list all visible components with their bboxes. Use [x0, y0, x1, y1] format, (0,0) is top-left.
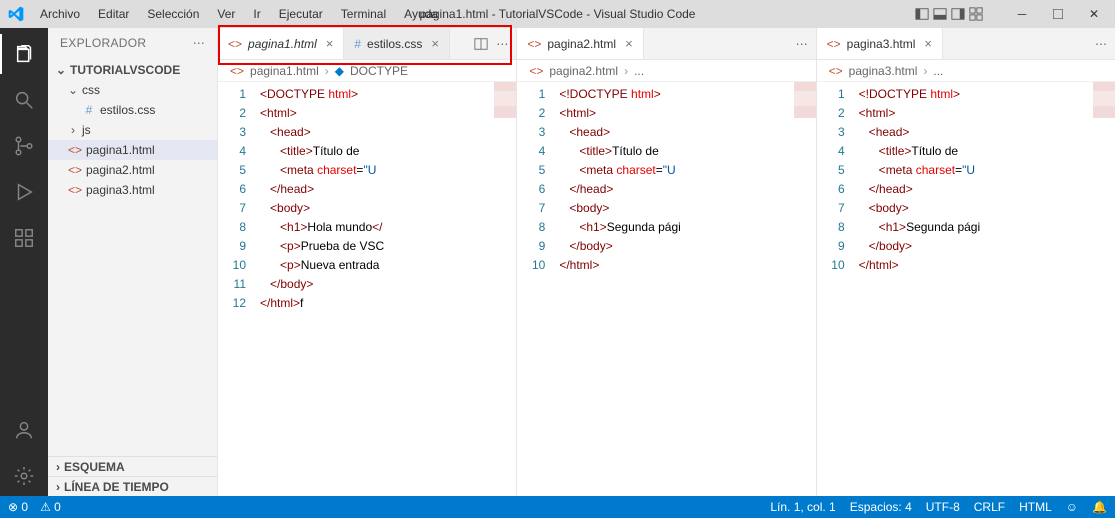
- tree-root[interactable]: ⌄TUTORIALVSCODE: [48, 60, 217, 80]
- file-icon: <>: [827, 37, 841, 51]
- toggle-panel-icon[interactable]: [915, 7, 929, 21]
- accounts-activity[interactable]: [0, 410, 48, 450]
- status-bell-icon[interactable]: 🔔: [1092, 500, 1107, 514]
- status-warnings[interactable]: ⚠ 0: [40, 500, 61, 514]
- code-editor[interactable]: 12345678910<!DOCTYPE html><html> <head> …: [817, 82, 1115, 496]
- tab-more-icon[interactable]: ⋯: [496, 37, 508, 51]
- status-indent[interactable]: Espacios: 4: [850, 500, 912, 514]
- tree-folder-css[interactable]: ⌄css: [48, 80, 217, 100]
- file-icon: #: [354, 37, 361, 51]
- html-file-icon: <>: [529, 64, 543, 78]
- activity-bar: [0, 28, 48, 496]
- minimap[interactable]: [794, 82, 816, 142]
- editor-group-3: <>pagina3.html×⋯<>pagina3.html›...123456…: [817, 28, 1115, 496]
- tab-pagina3-html[interactable]: <> pagina3.html ×: [817, 28, 943, 59]
- status-errors[interactable]: ⊗ 0: [8, 500, 28, 514]
- tree-file-pagina2[interactable]: <>pagina2.html: [48, 160, 217, 180]
- breadcrumb[interactable]: <>pagina1.html›◆DOCTYPE: [218, 60, 516, 82]
- breadcrumb-symbol: DOCTYPE: [350, 64, 408, 78]
- window-title: pagina1.html - TutorialVSCode - Visual S…: [420, 7, 696, 21]
- close-window-button[interactable]: ✕: [1079, 7, 1109, 21]
- maximize-button[interactable]: [1043, 7, 1073, 21]
- tree-file-pagina3[interactable]: <>pagina3.html: [48, 180, 217, 200]
- editor-group-1: <> pagina1.html × # estilos.css × ⋯ <> pagina1.h…: [218, 28, 517, 496]
- menu-archivo[interactable]: Archivo: [32, 4, 88, 24]
- breadcrumb-file: pagina3.html: [849, 64, 918, 78]
- html-file-icon: <>: [230, 64, 244, 78]
- menu-ejecutar[interactable]: Ejecutar: [271, 4, 331, 24]
- tab-more-icon[interactable]: ⋯: [1095, 37, 1107, 51]
- layout-controls: [915, 7, 983, 21]
- editor-group-2: <>pagina2.html×⋯<>pagina2.html›...123456…: [517, 28, 816, 496]
- html-file-icon: <>: [829, 64, 843, 78]
- run-debug-activity[interactable]: [0, 172, 48, 212]
- minimap[interactable]: [494, 82, 516, 142]
- menu-ir[interactable]: Ir: [245, 4, 268, 24]
- html-file-icon: <>: [68, 163, 82, 177]
- close-tab-icon[interactable]: ×: [326, 36, 334, 51]
- settings-activity[interactable]: [0, 456, 48, 496]
- source-control-activity[interactable]: [0, 126, 48, 166]
- breadcrumb-file: pagina1.html: [250, 64, 319, 78]
- css-file-icon: #: [82, 103, 96, 117]
- close-tab-icon[interactable]: ×: [431, 36, 439, 51]
- tab-more-icon[interactable]: ⋯: [796, 37, 808, 51]
- outline-section[interactable]: ›ESQUEMA: [48, 456, 217, 476]
- timeline-section[interactable]: ›LÍNEA DE TIEMPO: [48, 476, 217, 496]
- tab-pagina2-html[interactable]: <> pagina2.html ×: [517, 28, 643, 59]
- status-bar: ⊗ 0 ⚠ 0 Lín. 1, col. 1 Espacios: 4 UTF-8…: [0, 496, 1115, 518]
- editor-area: <> pagina1.html × # estilos.css × ⋯ <> pagina1.h…: [218, 28, 1115, 496]
- file-icon: <>: [527, 37, 541, 51]
- extensions-activity[interactable]: [0, 218, 48, 258]
- tree-file-estilos[interactable]: #estilos.css: [48, 100, 217, 120]
- symbol-icon: ◆: [335, 64, 344, 78]
- toggle-sidebar-icon[interactable]: [933, 7, 947, 21]
- menu-ver[interactable]: Ver: [209, 4, 243, 24]
- tab-label: pagina2.html: [547, 37, 616, 51]
- menu-selección[interactable]: Selección: [139, 4, 207, 24]
- tree-folder-js[interactable]: ›js: [48, 120, 217, 140]
- menu-editar[interactable]: Editar: [90, 4, 137, 24]
- tree-file-pagina1[interactable]: <>pagina1.html: [48, 140, 217, 160]
- status-cursor[interactable]: Lín. 1, col. 1: [770, 500, 835, 514]
- file-icon: <>: [228, 37, 242, 51]
- title-bar: ArchivoEditarSelecciónVerIrEjecutarTermi…: [0, 0, 1115, 28]
- code-editor[interactable]: 12345678910<!DOCTYPE html><html> <head> …: [517, 82, 815, 496]
- tab-estilos-css[interactable]: # estilos.css ×: [344, 28, 450, 59]
- main-menu: ArchivoEditarSelecciónVerIrEjecutarTermi…: [32, 4, 446, 24]
- vscode-logo-icon: [0, 6, 32, 22]
- explorer-sidebar: EXPLORADOR ⋯ ⌄TUTORIALVSCODE ⌄css #estil…: [48, 28, 218, 496]
- customize-layout-icon[interactable]: [969, 7, 983, 21]
- search-activity[interactable]: [0, 80, 48, 120]
- breadcrumb-symbol: ...: [933, 64, 943, 78]
- menu-terminal[interactable]: Terminal: [333, 4, 394, 24]
- tab-label: estilos.css: [367, 37, 422, 51]
- status-eol[interactable]: CRLF: [974, 500, 1005, 514]
- minimap[interactable]: [1093, 82, 1115, 142]
- breadcrumb[interactable]: <>pagina2.html›...: [517, 60, 815, 82]
- tab-label: pagina3.html: [847, 37, 916, 51]
- code-editor[interactable]: 123456789101112<DOCTYPE html><html> <hea…: [218, 82, 516, 496]
- status-language[interactable]: HTML: [1019, 500, 1052, 514]
- minimize-button[interactable]: ─: [1007, 7, 1037, 21]
- toggle-secondary-icon[interactable]: [951, 7, 965, 21]
- split-editor-icon[interactable]: [474, 37, 488, 51]
- breadcrumb-symbol: ...: [634, 64, 644, 78]
- explorer-activity[interactable]: [0, 34, 48, 74]
- breadcrumb[interactable]: <>pagina3.html›...: [817, 60, 1115, 82]
- sidebar-more-icon[interactable]: ⋯: [193, 36, 205, 50]
- close-tab-icon[interactable]: ×: [924, 36, 932, 51]
- breadcrumb-file: pagina2.html: [549, 64, 618, 78]
- close-tab-icon[interactable]: ×: [625, 36, 633, 51]
- status-encoding[interactable]: UTF-8: [926, 500, 960, 514]
- tab-pagina1-html[interactable]: <> pagina1.html ×: [218, 28, 344, 59]
- html-file-icon: <>: [68, 143, 82, 157]
- tab-label: pagina1.html: [248, 37, 317, 51]
- html-file-icon: <>: [68, 183, 82, 197]
- sidebar-title: EXPLORADOR: [60, 36, 146, 50]
- file-tree: ⌄TUTORIALVSCODE ⌄css #estilos.css ›js <>…: [48, 58, 217, 456]
- status-feedback-icon[interactable]: ☺: [1066, 500, 1078, 514]
